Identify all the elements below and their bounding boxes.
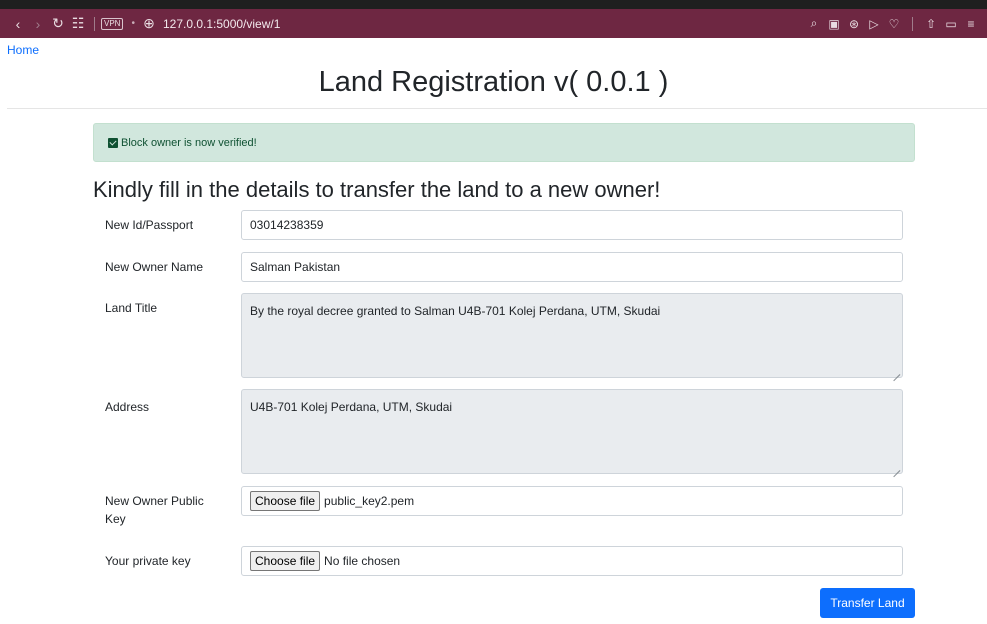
land-title-textarea[interactable]: By the royal decree granted to Salman U4…: [241, 293, 903, 378]
new-id-label: New Id/Passport: [105, 218, 194, 232]
new-owner-name-label: New Owner Name: [105, 260, 204, 274]
address-bar[interactable]: 127.0.0.1:5000/view/1: [163, 17, 280, 31]
address-label: Address: [105, 400, 150, 414]
shield-icon[interactable]: ⊛: [846, 14, 862, 34]
divider: [7, 108, 987, 109]
land-title-value: By the royal decree granted to Salman U4…: [250, 304, 661, 318]
page-title: Land Registration v( 0.0.1 ): [318, 66, 669, 98]
land-title-label: Land Title: [105, 301, 158, 315]
toolbar-divider: [912, 16, 913, 31]
separator-dot: •: [131, 18, 135, 29]
forward-icon[interactable]: ›: [28, 14, 48, 34]
private-key-file-input[interactable]: Choose file No file chosen: [241, 546, 903, 576]
public-key-file-input[interactable]: Choose file public_key2.pem: [241, 486, 903, 516]
search-icon[interactable]: ⌕: [806, 14, 822, 34]
menu-icon[interactable]: ≡: [963, 14, 979, 34]
public-key-file-name: public_key2.pem: [324, 494, 415, 508]
resize-grip-icon[interactable]: [893, 464, 900, 471]
private-key-file-name: No file chosen: [324, 554, 401, 568]
public-key-label: New Owner Public Key: [105, 494, 204, 526]
toolbar-right-icons: ⌕ ▣ ⊛ ▷ ♡ ⇧ ▭ ≡: [806, 14, 979, 34]
wallet-icon[interactable]: ▭: [943, 14, 959, 34]
new-id-value: 03014238359: [250, 218, 324, 232]
private-key-choose-file-button[interactable]: Choose file: [250, 551, 321, 571]
transfer-land-button[interactable]: Transfer Land: [820, 588, 915, 618]
form-heading: Kindly fill in the details to transfer t…: [93, 177, 661, 202]
alert-message: Block owner is now verified!: [121, 136, 257, 149]
globe-icon: ⊕: [143, 15, 155, 31]
address-textarea[interactable]: U4B-701 Kolej Perdana, UTM, Skudai: [241, 389, 903, 474]
address-value: U4B-701 Kolej Perdana, UTM, Skudai: [250, 400, 453, 414]
toolbar-divider: [94, 16, 95, 31]
resize-grip-icon[interactable]: [893, 368, 900, 375]
private-key-label: Your private key: [105, 554, 191, 568]
new-owner-name-input[interactable]: Salman Pakistan: [241, 252, 903, 282]
public-key-choose-file-button[interactable]: Choose file: [250, 491, 321, 511]
checkbox-check-icon: [108, 137, 118, 148]
reload-icon[interactable]: ↻: [48, 14, 68, 34]
new-owner-name-value: Salman Pakistan: [250, 260, 341, 274]
vpn-badge[interactable]: VPN: [101, 17, 124, 30]
tabs-grid-icon[interactable]: ☷: [68, 14, 88, 34]
share-icon[interactable]: ⇧: [923, 14, 939, 34]
camera-icon[interactable]: ▣: [826, 14, 842, 34]
new-id-input[interactable]: 03014238359: [241, 210, 903, 240]
heart-icon[interactable]: ♡: [886, 14, 902, 34]
home-link[interactable]: Home: [7, 43, 39, 57]
back-icon[interactable]: ‹: [8, 14, 28, 34]
success-alert: Block owner is now verified!: [93, 123, 915, 162]
play-icon[interactable]: ▷: [866, 14, 882, 34]
browser-toolbar: ‹ › ↻ ☷ VPN • ⊕ 127.0.0.1:5000/view/1 ⌕ …: [0, 0, 987, 38]
